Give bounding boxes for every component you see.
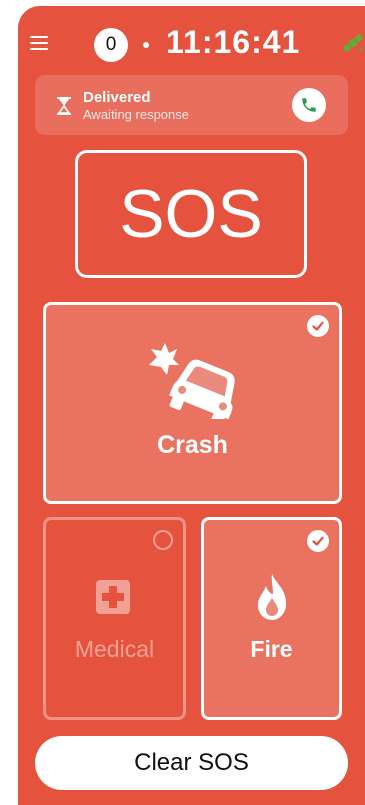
tile-medical[interactable]: Medical (43, 517, 186, 720)
satellite-icon (343, 34, 364, 52)
app-screen: 0 11:16:41 Delivered Awaiting response S… (18, 6, 365, 805)
banner-subtitle: Awaiting response (83, 107, 189, 122)
status-bar: 0 11:16:41 (18, 6, 365, 68)
tile-crash[interactable]: Crash (43, 302, 342, 504)
tile-label-crash: Crash (157, 431, 228, 459)
call-button[interactable] (292, 88, 326, 122)
unchecked-circle-icon (153, 530, 173, 550)
sos-label: SOS (75, 150, 307, 278)
tile-fire[interactable]: Fire (201, 517, 342, 720)
medical-cross-icon (96, 580, 130, 614)
checkmark-icon (307, 530, 329, 552)
phone-icon (302, 98, 316, 112)
fire-icon (257, 574, 287, 620)
tile-label-fire: Fire (250, 636, 293, 662)
banner-title: Delivered (83, 89, 151, 106)
car-crash-icon (149, 343, 235, 419)
delivery-status-banner: Delivered Awaiting response (35, 75, 348, 135)
hourglass-icon (57, 97, 71, 115)
separator-dot (143, 42, 149, 48)
clear-sos-button[interactable]: Clear SOS (35, 736, 348, 790)
tile-label-medical: Medical (74, 636, 155, 662)
checkmark-icon (307, 315, 329, 337)
menu-icon[interactable] (30, 36, 48, 50)
clock-time: 11:16:41 (166, 24, 301, 60)
count-badge: 0 (94, 28, 128, 62)
